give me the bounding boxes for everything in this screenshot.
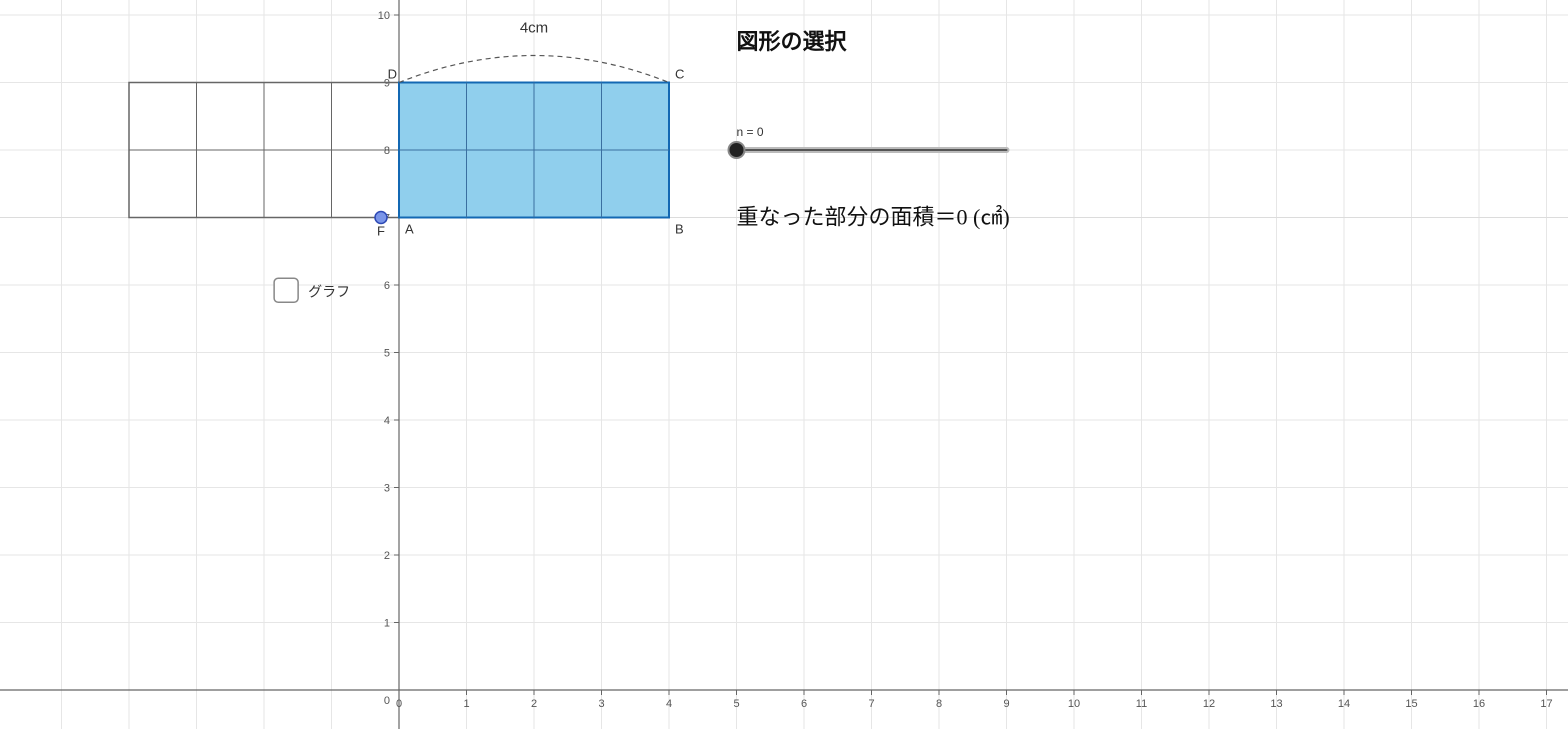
svg-text:3: 3 <box>598 698 604 710</box>
axes <box>0 0 1568 729</box>
svg-text:6: 6 <box>801 698 807 710</box>
label-F: F <box>377 224 385 239</box>
label-A: A <box>405 222 414 237</box>
blue-rectangle[interactable] <box>399 83 669 218</box>
point-F[interactable]: F <box>375 212 387 239</box>
svg-text:14: 14 <box>1338 698 1350 710</box>
slider-label: n = 0 <box>737 125 764 139</box>
label-B: B <box>675 222 684 237</box>
shape-select-title: 図形の選択 <box>737 29 848 54</box>
graph-checkbox-label: グラフ <box>308 283 350 299</box>
n-slider[interactable]: n = 0 <box>729 125 1007 158</box>
svg-text:9: 9 <box>1003 698 1009 710</box>
svg-text:4: 4 <box>384 415 390 427</box>
svg-text:3: 3 <box>384 483 390 495</box>
svg-text:0: 0 <box>384 695 390 707</box>
svg-text:13: 13 <box>1270 698 1282 710</box>
svg-text:16: 16 <box>1473 698 1485 710</box>
svg-text:0: 0 <box>396 698 402 710</box>
svg-text:10: 10 <box>1068 698 1080 710</box>
svg-text:2: 2 <box>531 698 537 710</box>
svg-text:6: 6 <box>384 280 390 292</box>
svg-text:5: 5 <box>733 698 739 710</box>
svg-text:8: 8 <box>384 145 390 157</box>
slider-knob <box>729 142 745 158</box>
label-D: D <box>388 67 397 82</box>
graph-checkbox[interactable]: グラフ <box>274 278 350 302</box>
svg-text:7: 7 <box>868 698 874 710</box>
svg-text:2: 2 <box>384 550 390 562</box>
label-C: C <box>675 67 684 82</box>
svg-text:15: 15 <box>1405 698 1417 710</box>
svg-text:11: 11 <box>1136 698 1147 710</box>
left-rectangle <box>129 83 399 218</box>
svg-text:8: 8 <box>936 698 942 710</box>
svg-text:17: 17 <box>1540 698 1552 710</box>
overlap-area-formula: 重なった部分の面積＝0 (㎠) <box>737 204 1010 229</box>
svg-text:5: 5 <box>384 348 390 360</box>
svg-text:12: 12 <box>1203 698 1215 710</box>
grid-light <box>0 0 1568 729</box>
geogebra-canvas[interactable]: 01234567891011121314151617123456789100AB… <box>0 0 1568 729</box>
svg-text:1: 1 <box>384 618 390 630</box>
svg-text:1: 1 <box>463 698 469 710</box>
dimension-label: 4cm <box>520 20 548 37</box>
svg-text:10: 10 <box>378 10 390 22</box>
svg-text:4: 4 <box>666 698 672 710</box>
